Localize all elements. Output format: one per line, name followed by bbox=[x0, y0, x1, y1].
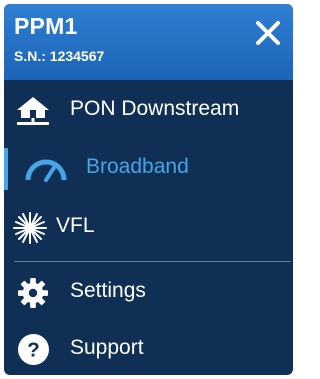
gear-icon bbox=[18, 278, 48, 308]
menu-item-support[interactable]: ? Support bbox=[4, 321, 293, 375]
menu-divider bbox=[14, 261, 291, 262]
menu-item-pon-downstream[interactable]: PON Downstream bbox=[4, 82, 293, 140]
menu-item-label: Broadband bbox=[86, 155, 189, 178]
side-menu-panel: PPM1 S.N.: 1234567 PON Downstream Broadb… bbox=[4, 4, 293, 375]
menu-item-vfl[interactable]: VFL bbox=[4, 199, 293, 257]
laser-burst-icon bbox=[13, 212, 47, 244]
home-network-icon bbox=[17, 97, 49, 125]
menu-item-label: Settings bbox=[70, 279, 146, 302]
device-title: PPM1 bbox=[14, 13, 78, 39]
close-icon[interactable] bbox=[251, 16, 285, 50]
active-indicator bbox=[4, 148, 8, 190]
serial-number: S.N.: 1234567 bbox=[14, 48, 105, 64]
help-circle-icon: ? bbox=[18, 334, 49, 365]
menu-item-label: PON Downstream bbox=[70, 97, 240, 120]
menu-item-settings[interactable]: Settings bbox=[4, 264, 293, 322]
menu-header: PPM1 S.N.: 1234567 bbox=[4, 4, 293, 80]
svg-text:?: ? bbox=[27, 339, 39, 361]
menu-item-label: VFL bbox=[56, 214, 95, 237]
gauge-icon bbox=[25, 159, 67, 182]
menu-item-broadband[interactable]: Broadband bbox=[4, 140, 293, 198]
menu-item-label: Support bbox=[70, 336, 144, 359]
